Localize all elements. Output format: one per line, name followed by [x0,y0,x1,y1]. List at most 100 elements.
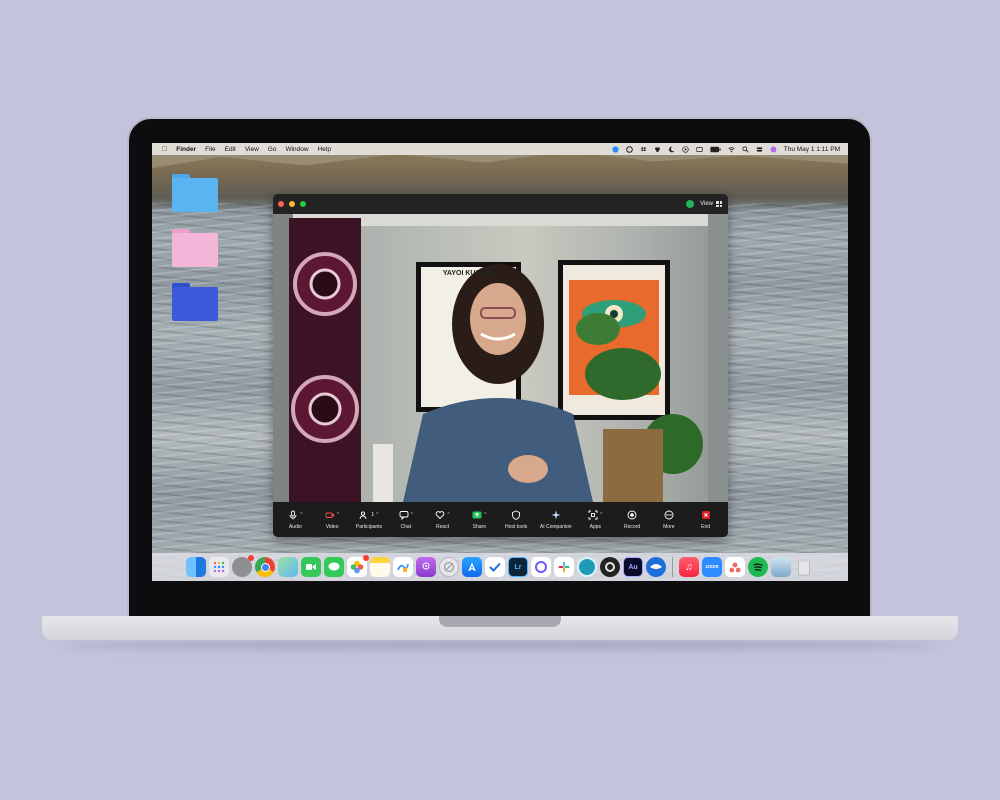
minimize-window-button[interactable] [289,201,295,207]
apps-caret-icon[interactable]: ^ [600,512,602,518]
battery-icon[interactable] [710,146,721,153]
dock-messages-icon[interactable] [324,557,344,577]
participants-button[interactable]: 1 ^ Participants [356,510,382,530]
microphone-icon [289,510,297,520]
close-window-button[interactable] [278,201,284,207]
screen-bezel-bottom [152,581,848,616]
video-camera-off-icon [325,512,334,518]
laptop-notch [439,616,561,627]
chat-label: Chat [400,523,412,530]
view-button[interactable]: View [700,201,722,207]
apps-icon [588,510,598,520]
dock-launchpad-icon[interactable] [209,557,229,577]
audio-label: Audio [288,523,302,530]
dock-music-icon[interactable]: ♫ [679,557,699,577]
participants-caret-icon[interactable]: ^ [376,512,378,518]
ai-companion-label: AI Companion [539,523,572,530]
desktop-folder-navy[interactable] [172,283,218,321]
menu-view[interactable]: View [245,146,259,153]
video-button[interactable]: ^ Video [319,510,345,530]
search-icon[interactable] [742,145,749,153]
dock-circle-app-icon[interactable] [531,557,551,577]
zoom-meeting-window: View YAYOI KUSAMA ^ Audio ^ Video 1 ^ Pa… [273,194,728,537]
menu-go[interactable]: Go [268,146,277,153]
zoom-titlebar: View [273,194,728,214]
audio-caret-icon[interactable]: ^ [300,512,302,518]
creative-cloud-icon[interactable] [654,146,661,153]
dock-system-settings-icon[interactable] [232,555,254,577]
menu-window[interactable]: Window [285,146,308,153]
more-icon [664,510,674,520]
more-label: More [663,523,675,530]
react-button[interactable]: ^ React [430,510,456,530]
dock-freeform-icon[interactable] [393,557,413,577]
record-label: Record [624,523,641,530]
wifi-icon[interactable] [728,146,735,153]
dock-notes-icon[interactable] [370,557,390,577]
settings-badge [248,555,254,561]
participants-label: Participants [355,523,383,530]
participants-count: 1 [371,512,375,518]
dropbox-icon[interactable] [640,146,647,153]
apps-button[interactable]: ^ Apps [582,510,608,530]
dock-finder-icon[interactable] [186,557,206,577]
poster-text: YAYOI KUSAMA [442,270,497,277]
dock-no-entry-icon[interactable] [439,557,459,577]
share-caret-icon[interactable]: ^ [484,512,486,518]
apple-icon[interactable]:  [162,146,167,153]
dock-asana-icon[interactable] [725,557,745,577]
desktop-folder-pink[interactable] [172,229,218,267]
dock-chrome-icon[interactable] [255,557,275,577]
menu-edit[interactable]: Edit [225,146,236,153]
dock-spotify-icon[interactable] [748,557,768,577]
zoom-status-icon[interactable] [612,145,619,153]
record-button[interactable]: Record [619,510,645,530]
chat-caret-icon[interactable]: ^ [411,512,413,518]
dock-mail-bird-icon[interactable] [646,557,666,577]
react-label: React [436,523,450,530]
moon-icon[interactable] [668,146,675,153]
record-icon [627,510,637,520]
dock-podcasts-icon[interactable] [416,557,436,577]
maximize-window-button[interactable] [300,201,306,207]
video-caret-icon[interactable]: ^ [337,512,339,518]
dock-trash-icon[interactable] [794,557,814,577]
menu-clock[interactable]: Thu May 1 1:11 PM [784,146,840,153]
dock-obs-icon[interactable] [600,557,620,577]
dock-facetime-icon[interactable] [301,557,321,577]
dock-maps-icon[interactable] [278,557,298,577]
menu-help[interactable]: Help [318,146,331,153]
control-center-icon[interactable] [756,146,763,153]
chat-button[interactable]: ^ Chat [393,510,419,530]
dock-audition-icon[interactable]: Au [623,557,643,577]
dock-slack-icon[interactable] [554,557,574,577]
siri-icon[interactable] [770,146,777,153]
dock-zoom-icon[interactable]: zoom [702,557,722,577]
menu-file[interactable]: File [205,146,215,153]
menu-app-icon[interactable] [696,146,703,153]
audio-button[interactable]: ^ Audio [282,510,308,530]
more-button[interactable]: More [656,510,682,530]
host-tools-button[interactable]: Host tools [503,510,529,530]
dock-tasks-icon[interactable] [485,557,505,577]
share-screen-icon [472,511,482,519]
dock-screen-recorder-icon[interactable] [577,557,597,577]
play-icon[interactable] [682,145,689,153]
dock-photos-icon[interactable] [347,555,369,577]
dock-lightroom-icon[interactable]: Lr [508,557,528,577]
desktop-folder-blue[interactable] [172,174,218,212]
share-button[interactable]: ^ Share [466,510,492,530]
menu-finder[interactable]: Finder [176,146,196,153]
apps-label: Apps [589,523,602,530]
photos-badge [363,555,369,561]
end-button[interactable]: End [693,510,719,530]
screen-record-icon[interactable] [625,145,633,153]
dock-preview-icon[interactable] [771,557,791,577]
ai-companion-button[interactable]: AI Companion [540,510,572,530]
dock-separator [672,557,673,577]
screen:  Finder File Edit View Go Window Help T… [152,143,848,616]
react-caret-icon[interactable]: ^ [447,512,449,518]
chat-icon [399,511,409,520]
encryption-shield-icon[interactable] [686,200,695,208]
dock-app-store-icon[interactable] [462,557,482,577]
